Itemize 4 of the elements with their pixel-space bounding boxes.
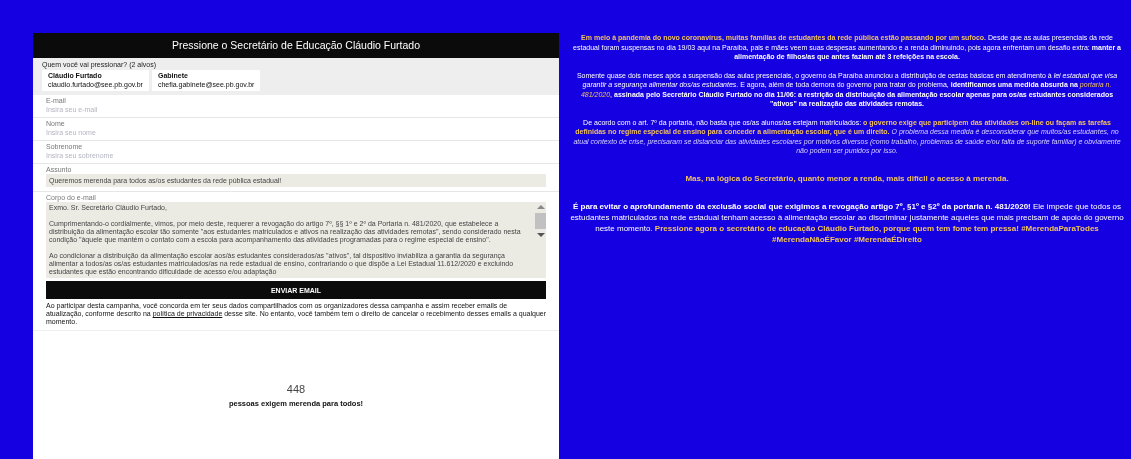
article-paragraph: Mas, na lógica do Secretário, quanto menor a renda, mais difícil o acesso à merenda. (684, 172, 1010, 184)
signature-count: 448 (286, 382, 306, 395)
article-paragraph: É para evitar o aprofundamento da exclusão social que exigimos a revogação artigo 7º, §1º e §2º da portaria n. 481/2020! Ele impede que todos os estudantes matriculados na rede estadual tenham acesso à alimentação escolar ao discriminar justamente aqueles que mais precisam de apoio do governo neste momento. Pressione agora o secretário de educação Cláudio Furtado, porque quem tem fome tem pressa! #MerendaParaTodes #MerendaNãoÉFavor #MerendaÉDireito (569, 200, 1125, 245)
form-title: Pressione o Secretário de Educação Cláudio Furtado (33, 33, 559, 58)
